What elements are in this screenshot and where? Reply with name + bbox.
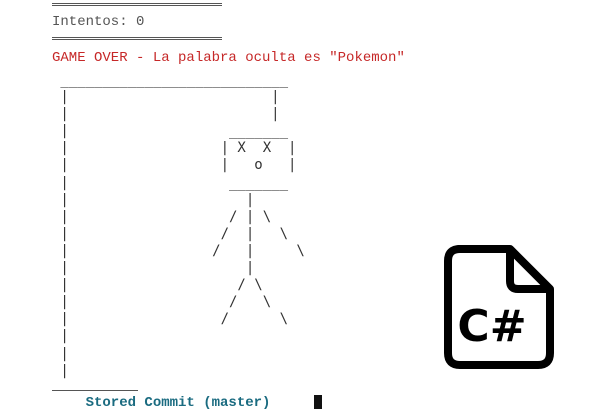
- game-over-message: GAME OVER - La palabra oculta es "Pokemo…: [52, 50, 405, 66]
- bottom-status-text: Stored Commit (master): [52, 395, 271, 411]
- csharp-file-icon: C#: [444, 245, 554, 369]
- top-divider: [52, 3, 222, 6]
- bottom-divider: [52, 390, 138, 391]
- attempts-counter: Intentos: 0: [52, 14, 145, 30]
- logo-text: C#: [457, 301, 526, 352]
- text-cursor: [314, 395, 322, 409]
- middle-divider: [52, 37, 222, 40]
- hangman-drawing: ___________________________ | | | | | __…: [60, 72, 305, 379]
